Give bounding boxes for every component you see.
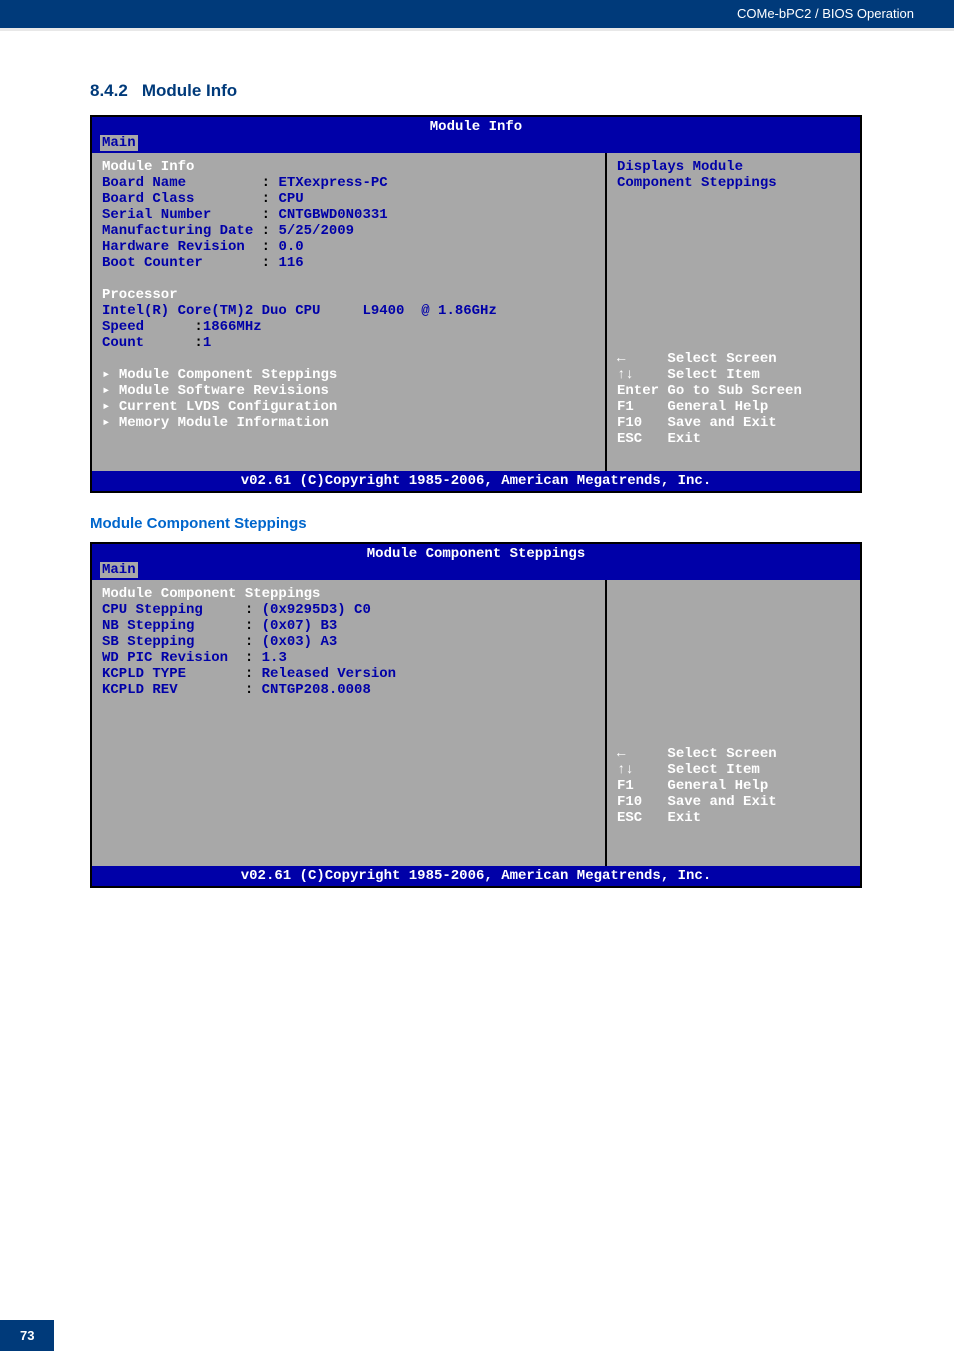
- serial-value: CNTGBWD0N0331: [278, 207, 387, 223]
- submenu-arrow-icon: ▸: [102, 367, 110, 383]
- arrow-updown-icon: ↑↓: [617, 762, 634, 778]
- nb-stepping-value: (0x07) B3: [262, 618, 338, 634]
- doc-header-label: COMe-bPC2 / BIOS Operation: [737, 6, 914, 21]
- nav-f1-key: F1: [617, 399, 634, 415]
- bios-footer: v02.61 (C)Copyright 1985-2006, American …: [92, 866, 860, 886]
- bios-title: Module Component Steppings: [92, 544, 860, 562]
- nav-f10-key: F10: [617, 415, 642, 431]
- nav-f1-label: General Help: [667, 778, 768, 794]
- hw-rev-label: Hardware Revision: [102, 239, 245, 255]
- kcpld-type-value: Released Version: [262, 666, 396, 682]
- steppings-heading: Module Component Steppings: [102, 586, 320, 602]
- count-label: Count: [102, 335, 144, 351]
- boot-counter-label: Boot Counter: [102, 255, 203, 271]
- boot-counter-value: 116: [278, 255, 303, 271]
- nav-enter-key: Enter: [617, 383, 659, 399]
- hw-rev-value: 0.0: [278, 239, 303, 255]
- submenu-arrow-icon: ▸: [102, 399, 110, 415]
- nav-f10-label: Save and Exit: [667, 415, 776, 431]
- bios-footer: v02.61 (C)Copyright 1985-2006, American …: [92, 471, 860, 491]
- bios-left-pane: Module Info Board Name : ETXexpress-PC B…: [92, 153, 607, 471]
- nav-select-screen: Select Screen: [667, 351, 776, 367]
- submenu-arrow-icon: ▸: [102, 415, 110, 431]
- submenu-arrow-icon: ▸: [102, 383, 110, 399]
- mfg-date-label: Manufacturing Date: [102, 223, 253, 239]
- nav-f10-key: F10: [617, 794, 642, 810]
- bios-tab-row: Main: [92, 135, 860, 153]
- bios-left-pane: Module Component Steppings CPU Stepping …: [92, 580, 607, 866]
- board-name-label: Board Name: [102, 175, 186, 191]
- board-class-label: Board Class: [102, 191, 194, 207]
- speed-value: 1866MHz: [203, 319, 262, 335]
- kcpld-type-label: KCPLD TYPE: [102, 666, 186, 682]
- wd-pic-label: WD PIC Revision: [102, 650, 228, 666]
- module-info-heading: Module Info: [102, 159, 194, 175]
- sb-stepping-value: (0x03) A3: [262, 634, 338, 650]
- bios-title: Module Info: [92, 117, 860, 135]
- submenu-component-steppings[interactable]: Module Component Steppings: [119, 367, 337, 383]
- count-value: 1: [203, 335, 211, 351]
- submenu-lvds-config[interactable]: Current LVDS Configuration: [119, 399, 337, 415]
- speed-label: Speed: [102, 319, 144, 335]
- bios-screen-module-info: Module Info Main Module Info Board Name …: [90, 115, 862, 493]
- nav-esc-key: ESC: [617, 810, 642, 826]
- kcpld-rev-value: CNTGP208.0008: [262, 682, 371, 698]
- arrow-left-icon: ←: [617, 351, 625, 367]
- section-title: Module Info: [142, 81, 237, 100]
- wd-pic-value: 1.3: [262, 650, 287, 666]
- nb-stepping-label: NB Stepping: [102, 618, 194, 634]
- cpu-stepping-label: CPU Stepping: [102, 602, 203, 618]
- nav-esc-label: Exit: [667, 810, 701, 826]
- processor-heading: Processor: [102, 287, 178, 303]
- nav-f10-label: Save and Exit: [667, 794, 776, 810]
- section-heading: 8.4.2 Module Info: [90, 81, 884, 101]
- nav-f1-key: F1: [617, 778, 634, 794]
- sb-stepping-label: SB Stepping: [102, 634, 194, 650]
- board-class-value: CPU: [278, 191, 303, 207]
- help-line-1: Displays Module: [617, 159, 743, 175]
- submenu-memory-info[interactable]: Memory Module Information: [119, 415, 329, 431]
- kcpld-rev-label: KCPLD REV: [102, 682, 178, 698]
- bios-tab-main[interactable]: Main: [100, 562, 138, 578]
- nav-enter-label: Go to Sub Screen: [667, 383, 801, 399]
- bios-body: Module Info Board Name : ETXexpress-PC B…: [92, 153, 860, 471]
- nav-f1-label: General Help: [667, 399, 768, 415]
- nav-select-item: Select Item: [667, 762, 759, 778]
- page-content: 8.4.2 Module Info Module Info Main Module…: [0, 31, 954, 888]
- section-number: 8.4.2: [90, 81, 128, 100]
- nav-esc-label: Exit: [667, 431, 701, 447]
- bios-tab-row: Main: [92, 562, 860, 580]
- subsection-heading: Module Component Steppings: [90, 515, 884, 532]
- page-number: 73: [0, 1320, 54, 1351]
- cpu-stepping-value: (0x9295D3) C0: [262, 602, 371, 618]
- mfg-date-value: 5/25/2009: [278, 223, 354, 239]
- nav-esc-key: ESC: [617, 431, 642, 447]
- help-line-2: Component Steppings: [617, 175, 777, 191]
- cpu-name: Intel(R) Core(TM)2 Duo CPU L9400 @ 1.86G…: [102, 303, 497, 319]
- serial-label: Serial Number: [102, 207, 211, 223]
- bios-right-pane: ← Select Screen ↑↓ Select Item F1 Genera…: [607, 580, 860, 866]
- bios-tab-main[interactable]: Main: [100, 135, 138, 151]
- nav-select-screen: Select Screen: [667, 746, 776, 762]
- submenu-software-revisions[interactable]: Module Software Revisions: [119, 383, 329, 399]
- doc-header: COMe-bPC2 / BIOS Operation: [0, 0, 954, 28]
- arrow-left-icon: ←: [617, 746, 625, 762]
- nav-select-item: Select Item: [667, 367, 759, 383]
- board-name-value: ETXexpress-PC: [278, 175, 387, 191]
- arrow-updown-icon: ↑↓: [617, 367, 634, 383]
- bios-screen-component-steppings: Module Component Steppings Main Module C…: [90, 542, 862, 888]
- bios-body: Module Component Steppings CPU Stepping …: [92, 580, 860, 866]
- bios-right-pane: Displays Module Component Steppings ← Se…: [607, 153, 860, 471]
